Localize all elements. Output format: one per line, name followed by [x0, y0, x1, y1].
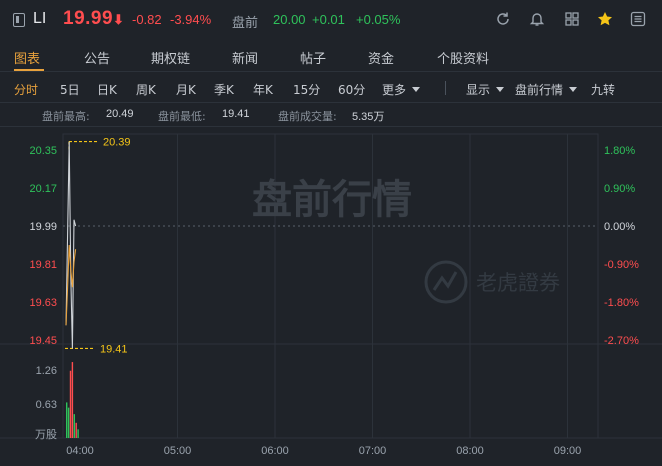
tab-chart[interactable]: 图表 — [14, 48, 40, 67]
bell-icon[interactable] — [529, 11, 545, 27]
time-axis: 04:00 05:00 06:00 07:00 08:00 09:00 — [66, 445, 581, 457]
price-chart[interactable]: 盘前行情 老虎證券 20.35 20.17 19.99 19.81 19.63 19.45… — [0, 127, 662, 466]
stats-bar: 盘前最高: 20.49 盘前最低: 19.41 盘前成交量: 5.35万 — [0, 103, 662, 127]
tab-active-indicator — [14, 69, 44, 71]
ticker-icon[interactable] — [13, 13, 25, 27]
volume-bar — [73, 414, 75, 438]
price-tick-label: 19.63 — [29, 297, 57, 309]
premarket-price: 20.00 — [273, 12, 306, 27]
high-marker-label: 20.39 — [103, 137, 131, 149]
premarket-dropdown[interactable]: 盘前行情 — [515, 81, 578, 98]
time-tick-label: 08:00 — [456, 445, 484, 457]
volume-tick-label: 万股 — [35, 428, 57, 441]
symbol: LI — [33, 10, 47, 27]
brand-watermark-text: 老虎證券 — [476, 271, 560, 295]
price-tick-label: 19.45 — [29, 335, 57, 347]
volume-tick-label: 0.63 — [36, 399, 57, 411]
down-arrow-icon: ⬇ — [113, 12, 125, 27]
premarket-change: +0.01 — [312, 12, 345, 27]
price-tick-label: 19.81 — [29, 259, 57, 271]
high-label: 盘前最高: — [42, 110, 90, 123]
percent-tick-label: -1.80% — [604, 297, 639, 309]
menu-icon[interactable] — [630, 11, 646, 27]
grid-icon[interactable] — [564, 11, 580, 27]
chart-watermark: 盘前行情 — [252, 177, 412, 223]
volume-bar — [77, 429, 79, 438]
period-yearly[interactable]: 年K — [253, 81, 273, 98]
refresh-icon[interactable] — [495, 11, 511, 27]
price-line — [65, 141, 77, 349]
price-axis: 20.35 20.17 19.99 19.81 19.63 19.45 — [29, 145, 57, 347]
premarket-change-pct: +0.05% — [356, 12, 401, 27]
chevron-down-icon — [569, 87, 578, 92]
volume-bar — [69, 370, 72, 438]
period-monthly[interactable]: 月K — [176, 81, 196, 98]
percent-tick-label: 0.90% — [604, 183, 635, 195]
price-lines — [65, 141, 77, 349]
percent-tick-label: 0.00% — [604, 221, 635, 233]
tab-posts[interactable]: 帖子 — [300, 48, 326, 67]
period-weekly[interactable]: 周K — [136, 81, 156, 98]
tab-profile[interactable]: 个股资料 — [437, 48, 489, 67]
low-label: 盘前最低: — [158, 110, 206, 123]
volume-bars — [66, 362, 79, 438]
percent-tick-label: 1.80% — [604, 145, 635, 157]
percent-axis: 1.80% 0.90% 0.00% -0.90% -1.80% -2.70% — [604, 145, 639, 347]
period-5d[interactable]: 5日 — [60, 81, 80, 98]
volume-bar — [67, 407, 70, 438]
chevron-down-icon — [496, 87, 505, 92]
tab-bar: 图表 公告 期权链 新闻 帖子 资金 个股资料 — [0, 40, 662, 72]
volume-value: 5.35万 — [352, 111, 385, 123]
td-sequential-button[interactable]: 九转 — [591, 81, 615, 98]
time-tick-label: 07:00 — [359, 445, 387, 457]
divider — [445, 81, 446, 95]
price: 19.99⬇ — [63, 8, 125, 29]
chevron-down-icon — [412, 87, 421, 92]
high-low-markers: 20.39 19.41 — [65, 137, 131, 355]
high-value: 20.49 — [106, 108, 134, 120]
volume-bar — [66, 402, 68, 438]
period-bar: 分时 5日 日K 周K 月K 季K 年K 15分 60分 更多 显示 盘前行情 … — [0, 73, 662, 103]
volume-label: 盘前成交量: — [278, 110, 337, 123]
tab-announcements[interactable]: 公告 — [84, 48, 110, 67]
star-icon[interactable] — [597, 11, 613, 27]
price-tick-label: 19.99 — [29, 221, 57, 233]
price-tick-label: 20.35 — [29, 145, 57, 157]
period-intraday[interactable]: 分时 — [14, 81, 38, 98]
tab-news[interactable]: 新闻 — [232, 48, 258, 67]
header-bar: LI 19.99⬇ -0.82 -3.94% 盘前 20.00 +0.01 +0… — [0, 0, 662, 40]
tab-option-chain[interactable]: 期权链 — [151, 48, 190, 67]
low-marker-label: 19.41 — [100, 343, 128, 355]
percent-tick-label: -0.90% — [604, 259, 639, 271]
period-more-dropdown[interactable]: 更多 — [382, 81, 421, 98]
low-value: 19.41 — [222, 108, 250, 120]
time-tick-label: 09:00 — [554, 445, 582, 457]
volume-tick-label: 1.26 — [36, 365, 57, 377]
period-daily[interactable]: 日K — [97, 81, 117, 98]
price-tick-label: 20.17 — [29, 183, 57, 195]
volume-bar — [71, 362, 74, 438]
brand-watermark: 老虎證券 — [424, 260, 560, 304]
period-15min[interactable]: 15分 — [293, 81, 320, 98]
percent-tick-label: -2.70% — [604, 335, 639, 347]
time-tick-label: 05:00 — [164, 445, 192, 457]
time-tick-label: 06:00 — [261, 445, 289, 457]
time-tick-label: 04:00 — [66, 445, 94, 457]
price-change-pct: -3.94% — [170, 12, 212, 27]
volume-bar — [75, 422, 77, 438]
display-dropdown[interactable]: 显示 — [466, 81, 505, 98]
period-60min[interactable]: 60分 — [338, 81, 365, 98]
price-change: -0.82 — [132, 12, 162, 27]
volume-axis: 1.26 0.63 万股 — [35, 365, 57, 441]
period-quarterly[interactable]: 季K — [214, 81, 234, 98]
premarket-label: 盘前 — [232, 16, 259, 31]
tab-capital[interactable]: 资金 — [368, 48, 394, 67]
